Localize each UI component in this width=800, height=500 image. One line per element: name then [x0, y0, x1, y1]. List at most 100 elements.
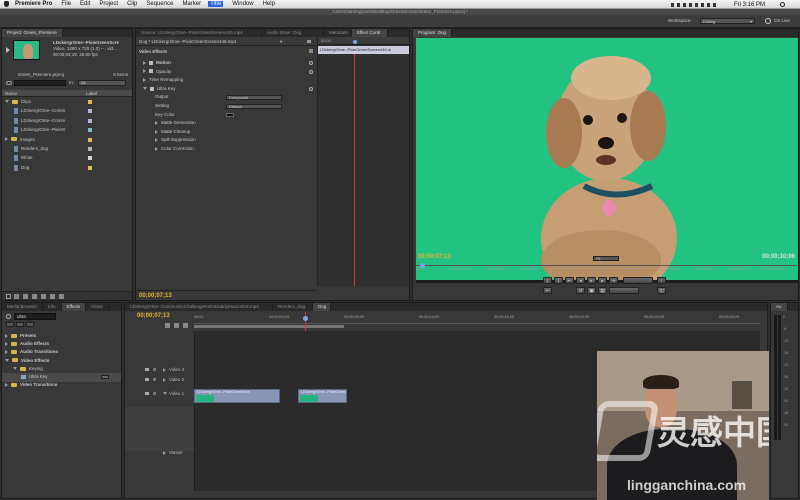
status-icons[interactable]: [670, 2, 719, 7]
playhead-marker[interactable]: [353, 40, 357, 44]
work-area-bar[interactable]: [194, 325, 344, 328]
new-bin-icon[interactable]: [41, 294, 46, 299]
disclosure-triangle-icon[interactable]: [155, 129, 158, 134]
search-icon[interactable]: [6, 81, 12, 85]
timeline-clip[interactable]: LDckergrOme--PixieGreenScre: [298, 389, 347, 403]
disclosure-triangle-icon[interactable]: [5, 350, 8, 355]
tab-media-browser[interactable]: Media Browser: [2, 303, 44, 311]
disclosure-triangle-icon[interactable]: [163, 392, 167, 395]
play-icon[interactable]: [6, 47, 10, 53]
new-item-icon[interactable]: [50, 294, 55, 299]
reset-icon[interactable]: [309, 61, 313, 65]
effect-row[interactable]: Output Composite: [136, 93, 317, 102]
effect-row[interactable]: Matte Cleanup: [136, 128, 317, 137]
tab-effect-controls[interactable]: Effect Contr: [352, 29, 388, 37]
tab-program[interactable]: Program: Dog: [413, 29, 453, 37]
cs-live-label[interactable]: CS Live: [774, 18, 790, 23]
cs-live-icon[interactable]: [765, 18, 771, 24]
eye-icon[interactable]: [145, 378, 149, 381]
list-item[interactable]: LDckergrOme--Comm: [2, 117, 132, 126]
list-view-icon[interactable]: [6, 294, 11, 299]
menu-help[interactable]: Help: [263, 1, 275, 7]
lock-icon[interactable]: [153, 378, 156, 381]
disclosure-triangle-icon[interactable]: [143, 60, 146, 65]
disclosure-triangle-icon[interactable]: [5, 333, 8, 338]
clip-chip[interactable]: LDckergrOme--PixieGreenScreen446.m: [318, 46, 409, 54]
tab-seq-dog[interactable]: Dog: [313, 303, 331, 311]
collapse-icon[interactable]: [309, 49, 313, 53]
tab-seq-1[interactable]: LDckergrOme--CommunityChallenge#4GoDaddy…: [125, 303, 273, 311]
track-header[interactable]: Video 3: [125, 365, 194, 374]
effect-row[interactable]: Matte Generation: [136, 119, 317, 128]
disclosure-triangle-icon[interactable]: [163, 368, 166, 372]
eye-icon[interactable]: [145, 368, 149, 371]
menu-sequence[interactable]: Sequence: [146, 1, 173, 7]
list-item[interactable]: Renders_dog: [2, 145, 132, 154]
lock-icon[interactable]: [153, 392, 156, 395]
nav-arrow-icon[interactable]: [307, 40, 311, 43]
tab-project[interactable]: Project: Green_Premiere: [2, 29, 63, 37]
tab-audio-meters[interactable]: Au: [771, 303, 788, 311]
menu-project[interactable]: Project: [99, 1, 118, 7]
effect-row[interactable]: Opacity: [136, 68, 317, 77]
snap-icon[interactable]: [165, 323, 170, 328]
link-icon[interactable]: [183, 323, 188, 328]
shuttle-icon[interactable]: [623, 277, 653, 284]
effect-row[interactable]: Ultra Key: [136, 85, 317, 94]
reset-icon[interactable]: [309, 86, 313, 91]
track-header[interactable]: Video 2: [125, 375, 194, 384]
reset-icon[interactable]: [309, 69, 313, 74]
fx-icon[interactable]: [149, 69, 153, 74]
effect-controls-timecode[interactable]: 00;00;07;13: [139, 293, 172, 299]
disclosure-triangle-icon[interactable]: [155, 138, 158, 143]
menu-edit[interactable]: Edit: [80, 1, 90, 7]
icon-view-icon[interactable]: [14, 294, 19, 299]
effect-row[interactable]: Spill Suppression: [136, 136, 317, 145]
effect-row[interactable]: Time Remapping: [136, 76, 317, 85]
track-header[interactable]: Video 1: [125, 389, 194, 403]
tab-metadata[interactable]: Metadata: [324, 29, 352, 37]
yuv-icon[interactable]: [26, 322, 34, 327]
effect-row[interactable]: Color Correction: [136, 145, 317, 154]
mark-in-icon[interactable]: {: [543, 277, 552, 284]
trash-icon[interactable]: [59, 294, 64, 299]
fx-icon[interactable]: [149, 60, 153, 65]
effect-row[interactable]: Setting Default: [136, 102, 317, 111]
tab-effects[interactable]: Effects: [61, 303, 87, 311]
playhead-handle[interactable]: [303, 316, 308, 321]
column-label[interactable]: Label: [86, 90, 97, 97]
menu-clip[interactable]: Clip: [127, 1, 137, 7]
list-item[interactable]: White: [2, 154, 132, 163]
extract-icon[interactable]: ⇐: [543, 287, 552, 294]
program-ruler[interactable]: 00;00 00;00;19;29 00;01;59;28 00;02;59;28 00…: [416, 265, 798, 273]
in-select[interactable]: All: [78, 80, 126, 86]
accelerated-icon[interactable]: [6, 322, 14, 327]
32bit-icon[interactable]: [16, 322, 24, 327]
fx-icon[interactable]: [150, 86, 154, 91]
list-item[interactable]: Dog: [2, 164, 132, 173]
mini-ruler[interactable]: 00;00: [318, 37, 409, 45]
spotlight-icon[interactable]: [780, 2, 785, 7]
effect-row[interactable]: Key Color: [136, 111, 317, 120]
disclosure-triangle-icon[interactable]: [163, 378, 166, 382]
timeline-timecode[interactable]: 00;00;07;13: [137, 313, 170, 319]
find-icon[interactable]: [32, 294, 37, 299]
list-item[interactable]: Clips: [2, 98, 132, 107]
column-name[interactable]: Name: [5, 90, 17, 97]
export-frame-icon[interactable]: ◫: [657, 287, 666, 294]
disclosure-triangle-icon[interactable]: [5, 137, 8, 142]
disclosure-triangle-icon[interactable]: [5, 383, 8, 387]
go-to-in-icon[interactable]: ⇤: [565, 277, 574, 284]
loop-icon[interactable]: ↺: [576, 287, 585, 294]
menu-file[interactable]: File: [61, 1, 71, 7]
disclosure-triangle-icon[interactable]: [5, 358, 9, 362]
trim-icon[interactable]: [609, 287, 639, 294]
timeline-ruler[interactable]: 00;00 00;00;04;29 00;00;09;29 00;00;14;29 00…: [194, 312, 760, 324]
tab-history[interactable]: Histor: [86, 303, 109, 311]
tab-audio-mixer[interactable]: Audio Mixer: Dog: [262, 29, 324, 37]
project-search-input[interactable]: [14, 80, 66, 86]
tab-info[interactable]: Info: [43, 303, 62, 311]
workspace-select[interactable]: Editing ▾: [700, 18, 755, 24]
disclosure-triangle-icon[interactable]: [5, 100, 9, 104]
disclosure-triangle-icon[interactable]: [155, 121, 158, 125]
